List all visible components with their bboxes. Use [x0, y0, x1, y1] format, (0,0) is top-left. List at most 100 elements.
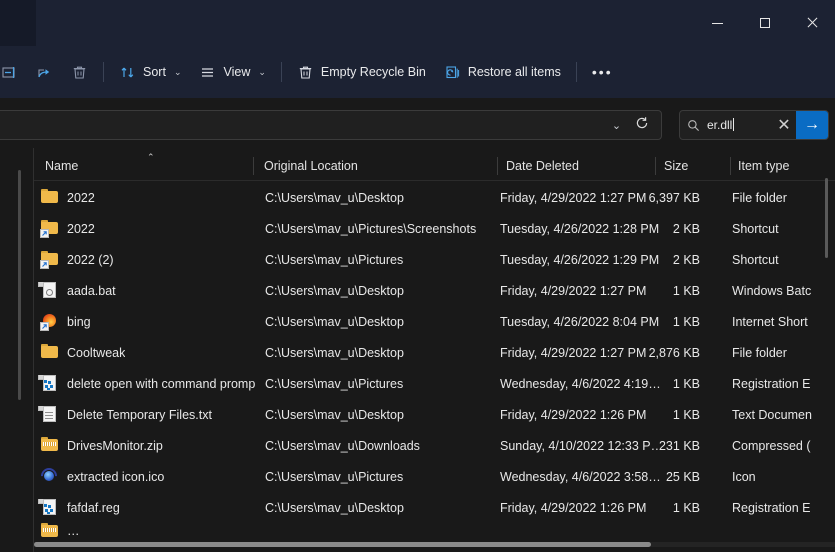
- restore-all-items-button[interactable]: Restore all items: [435, 56, 570, 88]
- command-bar: Sort ⌄ View ⌄ Empty Recycle Bin: [0, 46, 835, 98]
- table-row[interactable]: CooltweakC:\Users\mav_u\DesktopFriday, 4…: [34, 337, 835, 368]
- file-name: 2022 (2): [67, 253, 114, 267]
- view-button[interactable]: View ⌄: [190, 56, 274, 88]
- table-row[interactable]: Delete Temporary Files.txtC:\Users\mav_u…: [34, 399, 835, 430]
- rename-button[interactable]: [0, 56, 27, 88]
- column-header-date-deleted-label: Date Deleted: [506, 159, 579, 173]
- delete-button[interactable]: [62, 56, 97, 88]
- file-name: extracted icon.ico: [67, 470, 164, 484]
- table-row[interactable]: bingC:\Users\mav_u\DesktopTuesday, 4/26/…: [34, 306, 835, 337]
- cell-size: 1 KB: [634, 284, 700, 298]
- column-header-item-type[interactable]: Item type: [738, 152, 789, 180]
- table-row-partial[interactable]: …: [34, 523, 835, 539]
- cell-name: bing: [41, 313, 256, 330]
- table-row[interactable]: delete open with command promp…C:\Users\…: [34, 368, 835, 399]
- title-bar: [0, 0, 835, 46]
- cell-size: 2,876 KB: [634, 346, 700, 360]
- table-row[interactable]: fafdaf.regC:\Users\mav_u\DesktopFriday, …: [34, 492, 835, 523]
- bing-shortcut-icon: [41, 313, 58, 330]
- cell-item-type: Shortcut: [732, 222, 835, 236]
- navigation-pane-scrollbar[interactable]: [18, 170, 21, 400]
- column-divider-2[interactable]: [497, 157, 498, 175]
- maximize-button[interactable]: [741, 0, 788, 46]
- cell-item-type: Internet Short: [732, 315, 835, 329]
- column-divider-1[interactable]: [253, 157, 254, 175]
- rename-icon: [1, 64, 18, 81]
- cell-original-location: C:\Users\mav_u\Desktop: [265, 408, 497, 422]
- column-header-date-deleted[interactable]: Date Deleted: [506, 152, 579, 180]
- txt-file-icon: [41, 406, 58, 423]
- cell-item-type: Icon: [732, 470, 835, 484]
- delete-icon: [71, 64, 88, 81]
- table-row[interactable]: 2022C:\Users\mav_u\DesktopFriday, 4/29/2…: [34, 182, 835, 213]
- column-headers: Name ⌃ Original Location Date Deleted Si…: [0, 152, 835, 180]
- cell-size: 1 KB: [634, 501, 700, 515]
- column-header-original-location[interactable]: Original Location: [264, 152, 358, 180]
- column-header-item-type-label: Item type: [738, 159, 789, 173]
- arrow-right-icon: →: [804, 116, 820, 134]
- empty-bin-icon: [297, 64, 314, 81]
- file-name: DrivesMonitor.zip: [67, 439, 163, 453]
- cell-name: 2022: [41, 220, 256, 237]
- cell-size: 2 KB: [634, 222, 700, 236]
- file-name: aada.bat: [67, 284, 116, 298]
- column-header-original-location-label: Original Location: [264, 159, 358, 173]
- ico-file-icon: [41, 468, 58, 485]
- table-row[interactable]: aada.batC:\Users\mav_u\DesktopFriday, 4/…: [34, 275, 835, 306]
- reg-file-icon: [41, 499, 58, 516]
- address-history-button[interactable]: ⌄: [603, 112, 629, 138]
- folder-icon: [41, 344, 58, 361]
- shortcut-badge-icon: [40, 322, 49, 331]
- column-header-size[interactable]: Size: [664, 152, 688, 180]
- address-bar[interactable]: ⌄: [0, 110, 662, 140]
- table-row[interactable]: DrivesMonitor.zip C:\Users\mav_u\Download…: [34, 430, 835, 461]
- view-label: View: [223, 65, 250, 79]
- sort-ascending-icon: ⌃: [147, 153, 155, 162]
- cell-size: 1 KB: [634, 377, 700, 391]
- table-row[interactable]: extracted icon.icoC:\Users\mav_u\Picture…: [34, 461, 835, 492]
- close-button[interactable]: [788, 0, 835, 46]
- file-name: fafdaf.reg: [67, 501, 120, 515]
- cell-name: aada.bat: [41, 282, 256, 299]
- share-button[interactable]: [27, 56, 62, 88]
- cell-item-type: Compressed (: [732, 439, 835, 453]
- title-bar-left-region: [0, 0, 36, 46]
- search-input-value: er.dll: [707, 118, 732, 132]
- restore-icon: [444, 64, 461, 81]
- cell-name: Cooltweak: [41, 344, 256, 361]
- search-input[interactable]: er.dll: [706, 118, 772, 132]
- file-list-vertical-scrollbar[interactable]: [825, 178, 828, 258]
- zip-file-icon: [41, 523, 58, 539]
- minimize-button[interactable]: [694, 0, 741, 46]
- empty-recycle-bin-button[interactable]: Empty Recycle Bin: [288, 56, 435, 88]
- file-list-horizontal-scrollbar[interactable]: [34, 542, 651, 547]
- header-divider: [34, 180, 835, 181]
- search-box[interactable]: er.dll ✕ →: [679, 110, 829, 140]
- bat-file-icon: [41, 282, 58, 299]
- sort-button[interactable]: Sort ⌄: [110, 56, 190, 88]
- cell-item-type: File folder: [732, 346, 835, 360]
- cell-original-location: C:\Users\mav_u\Desktop: [265, 315, 497, 329]
- column-divider-3[interactable]: [655, 157, 656, 175]
- search-submit-button[interactable]: →: [796, 110, 828, 140]
- table-row[interactable]: 2022 (2)C:\Users\mav_u\PicturesTuesday, …: [34, 244, 835, 275]
- clear-search-button[interactable]: ✕: [772, 115, 796, 135]
- file-name: Cooltweak: [67, 346, 125, 360]
- table-row[interactable]: 2022C:\Users\mav_u\Pictures\ScreenshotsT…: [34, 213, 835, 244]
- file-name: 2022: [67, 191, 95, 205]
- cell-item-type: Shortcut: [732, 253, 835, 267]
- cell-name: extracted icon.ico: [41, 468, 256, 485]
- restore-all-items-label: Restore all items: [468, 65, 561, 79]
- file-name: 2022: [67, 222, 95, 236]
- cell-original-location: C:\Users\mav_u\Downloads: [265, 439, 497, 453]
- column-divider-4[interactable]: [730, 157, 731, 175]
- empty-recycle-bin-label: Empty Recycle Bin: [321, 65, 426, 79]
- cell-original-location: C:\Users\mav_u\Desktop: [265, 284, 497, 298]
- refresh-button[interactable]: [629, 112, 655, 138]
- column-header-name[interactable]: Name: [45, 152, 78, 180]
- cell-original-location: C:\Users\mav_u\Pictures\Screenshots: [265, 222, 497, 236]
- cell-size: 2 KB: [634, 253, 700, 267]
- cell-item-type: File folder: [732, 191, 835, 205]
- file-name: bing: [67, 315, 91, 329]
- see-more-button[interactable]: •••: [583, 56, 622, 88]
